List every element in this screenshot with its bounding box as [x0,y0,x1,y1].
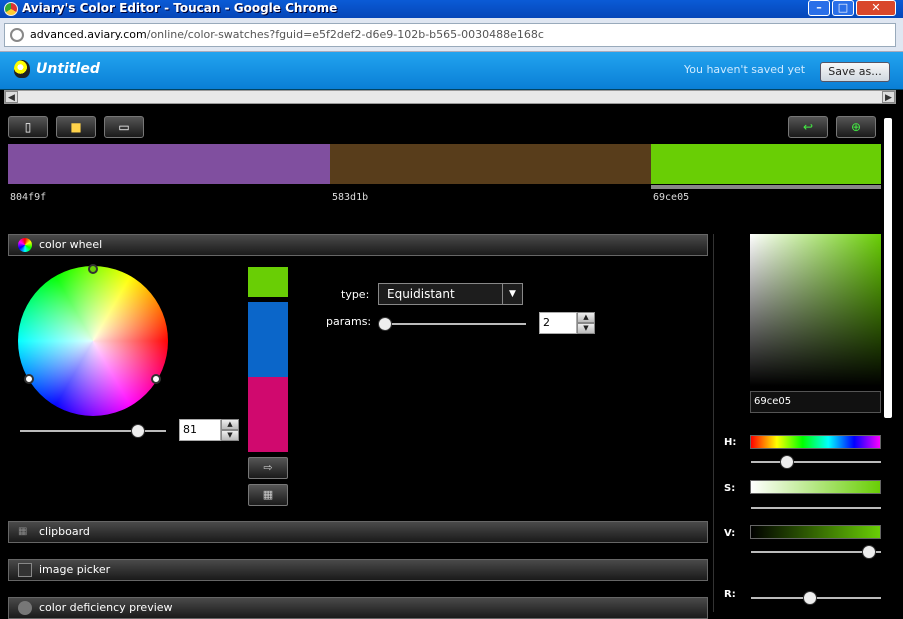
image-picker-panel-title: image picker [39,563,111,576]
swatch-1-hex: 804f9f [10,192,47,203]
window-titlebar: Aviary's Color Editor - Toucan - Google … [0,0,903,18]
params-label: params: [326,315,372,328]
clipboard-panel-header[interactable]: ▦ clipboard [8,521,708,543]
params-slider-thumb[interactable] [378,317,392,331]
color-deficiency-panel-title: color deficiency preview [39,601,173,614]
hex-input[interactable]: 69ce05 [750,391,881,413]
params-slider-track[interactable] [380,323,526,325]
address-path: /online/color-swatches?fguid=e5f2def2-d6… [146,28,544,41]
color-wheel-icon [18,238,32,252]
wheel-handle-3[interactable] [151,374,161,384]
value-slider-thumb[interactable] [862,545,876,559]
scroll-left-arrow-icon[interactable]: ◀ [5,91,18,103]
harmony-color-1[interactable] [248,267,288,297]
save-status: You haven't saved yet [684,63,806,76]
folder-icon: ■ [70,120,82,134]
params-down-arrow-icon[interactable]: ▼ [577,323,595,334]
brightness-slider-thumb[interactable] [131,424,146,438]
params-value-input[interactable]: 2 [539,312,577,334]
wheel-handle-primary[interactable] [88,264,98,274]
value-bar[interactable] [750,525,881,539]
chrome-logo-icon [4,2,18,16]
undo-arrow-icon: ↩ [802,120,814,134]
save-as-button[interactable]: Save as... [820,62,890,82]
hue-bar[interactable] [750,435,881,449]
comment-button[interactable]: ▭ [104,116,144,138]
window-title: Aviary's Color Editor - Toucan - Google … [22,1,338,15]
red-label: R: [724,589,736,600]
send-to-swatches-button[interactable]: ⇨ [248,457,288,479]
aviary-logo-icon [14,60,30,78]
wheel-handle-2[interactable] [24,374,34,384]
swatch-1[interactable] [8,144,330,184]
undo-button[interactable]: ↩ [788,116,828,138]
params-up-arrow-icon[interactable]: ▲ [577,312,595,323]
color-deficiency-panel-header[interactable]: color deficiency preview [8,597,708,619]
address-input[interactable]: advanced.aviary.com/online/color-swatche… [4,23,896,47]
add-swatch-button[interactable]: ⊕ [836,116,876,138]
grid-options-button[interactable]: ▦ [248,484,288,506]
swatch-2-hex: 583d1b [332,192,369,203]
clipboard-grid-icon: ▦ [18,526,28,537]
divider [713,234,714,612]
color-wheel[interactable] [18,266,168,416]
globe-icon [10,28,24,42]
minimize-button[interactable]: – [808,0,830,16]
chevron-down-icon: ▼ [502,284,522,304]
brightness-down-arrow-icon[interactable]: ▼ [221,430,239,441]
value-label: V: [724,528,736,539]
close-button[interactable]: ✕ [856,0,896,16]
swatch-3-selected[interactable] [651,144,881,184]
new-file-icon: ▯ [24,120,32,134]
saturation-value-picker[interactable] [750,234,881,386]
harmony-color-2[interactable] [248,302,288,377]
open-folder-button[interactable]: ■ [56,116,96,138]
color-wheel-panel-title: color wheel [39,238,103,251]
color-wheel-panel-header[interactable]: color wheel [8,234,708,256]
maximize-button[interactable]: □ [832,0,854,16]
image-icon [18,563,32,577]
scroll-right-arrow-icon[interactable]: ▶ [882,91,895,103]
harmony-type-select[interactable]: Equidistant ▼ [378,283,523,305]
swatch-3-hex: 69ce05 [653,192,690,203]
saturation-slider-track[interactable] [751,507,881,509]
vertical-scrollbar[interactable] [884,118,892,418]
speech-bubble-icon: ▭ [118,120,130,134]
hue-slider-track[interactable] [751,461,881,463]
grid-icon: ▦ [262,488,274,501]
hue-slider-thumb[interactable] [780,455,794,469]
address-bar-area: advanced.aviary.com/online/color-swatche… [0,18,903,52]
brightness-up-arrow-icon[interactable]: ▲ [221,419,239,430]
hue-label: H: [724,437,737,448]
app-header: Untitled You haven't saved yet Save as..… [0,52,903,90]
horizontal-scrollbar[interactable]: ◀ ▶ [4,90,896,104]
saturation-bar[interactable] [750,480,881,494]
saturation-label: S: [724,483,736,494]
selected-swatch-indicator [651,185,881,189]
swatch-2[interactable] [330,144,651,184]
address-host: advanced.aviary.com [30,28,147,41]
send-icon: ⇨ [263,461,273,474]
type-label: type: [341,288,370,301]
harmony-type-value: Equidistant [387,287,455,301]
image-picker-panel-header[interactable]: image picker [8,559,708,581]
plus-circle-icon: ⊕ [850,120,862,134]
brightness-value-input[interactable]: 81 [179,419,221,441]
new-file-button[interactable]: ▯ [8,116,48,138]
clipboard-panel-title: clipboard [39,525,90,538]
document-title: Untitled [36,61,100,77]
red-slider-thumb[interactable] [803,591,817,605]
harmony-color-3[interactable] [248,377,288,452]
eye-icon [18,601,32,615]
